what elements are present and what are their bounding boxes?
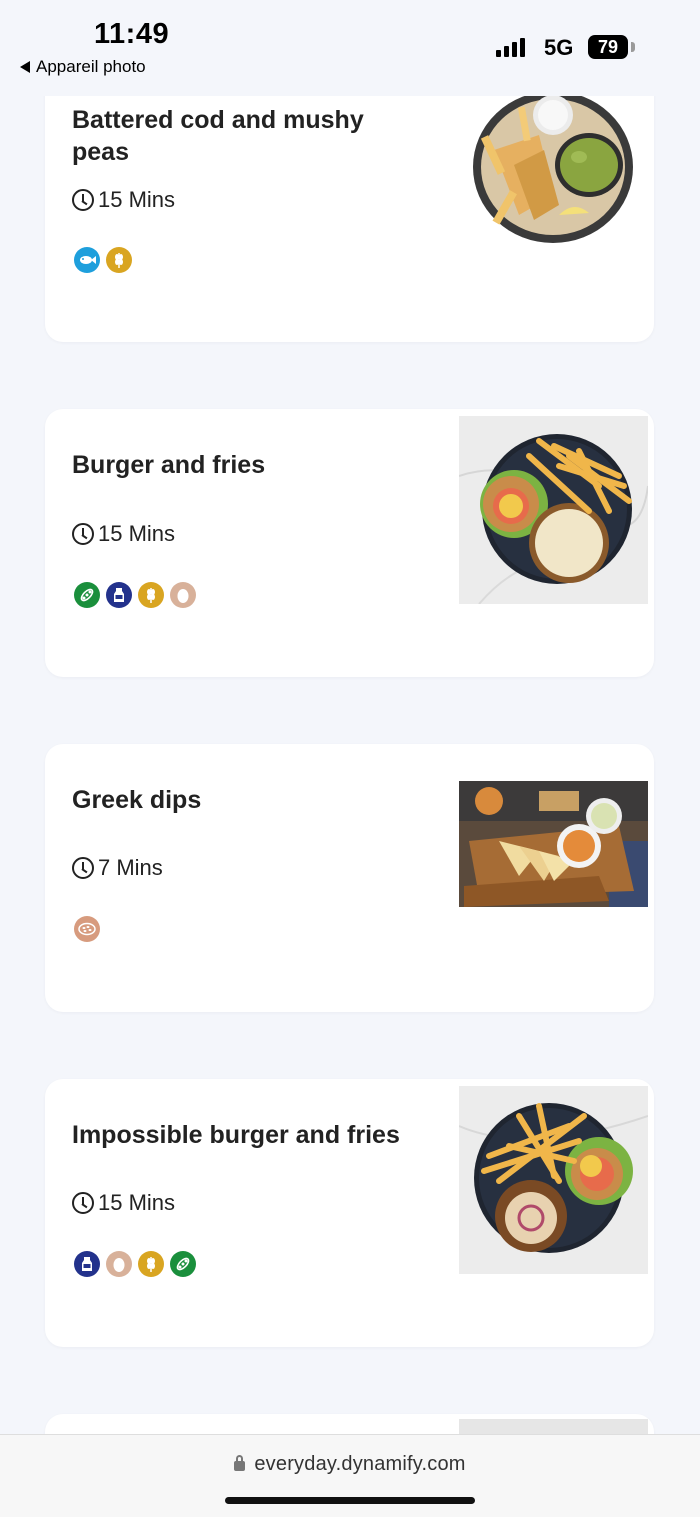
status-bar: 11:49 Appareil photo 5G 79 [0,0,700,96]
recipe-title: Impossible burger and fries [72,1121,400,1149]
egg-icon [106,1251,132,1277]
recipe-title: Burger and fries [72,451,266,479]
clock-icon [72,523,94,545]
browser-url-bar[interactable]: everyday.dynamify.com [0,1434,700,1517]
milk-icon [106,582,132,608]
url-text: everyday.dynamify.com [254,1453,466,1475]
lock-icon [234,1455,246,1471]
recipe-title: Greek dips [72,786,202,814]
recipe-card[interactable]: Burger and fries 15 Mins [45,409,654,677]
recipe-time-text: 15 Mins [98,1190,176,1215]
clock-icon [72,1192,94,1214]
sesame-icon [74,916,100,942]
recipe-card[interactable]: Impossible burger and fries 15 Mins [45,1079,654,1347]
recipe-image [459,1086,648,1274]
soy-icon [170,1251,196,1277]
wheat-icon [138,582,164,608]
clock-icon [72,857,94,879]
fish-icon [74,247,100,273]
recipe-time: 15 Mins [72,1190,175,1216]
recipe-time: 7 Mins [72,855,163,881]
home-indicator[interactable] [225,1497,475,1504]
allergen-badges [74,582,196,608]
recipe-time: 15 Mins [72,187,175,213]
recipe-card[interactable]: Battered cod and mushy peas 15 Mins [45,70,654,342]
recipe-title: Battered cod and mushy peas [72,106,364,166]
recipe-image [459,781,648,907]
wheat-icon [106,247,132,273]
recipe-card[interactable]: Greek dips 7 Mins [45,744,654,1012]
recipe-time-text: 15 Mins [98,521,176,546]
recipe-time: 15 Mins [72,521,175,547]
milk-icon [74,1251,100,1277]
signal-strength-icon [496,38,525,57]
recipe-time-text: 7 Mins [98,855,163,880]
recipe-time-text: 15 Mins [98,187,176,212]
clock-icon [72,189,94,211]
back-app-label: Appareil photo [36,57,146,76]
url-field[interactable]: everyday.dynamify.com [0,1453,700,1476]
battery-cap [631,42,635,52]
recipe-image [459,95,648,247]
soy-icon [74,582,100,608]
allergen-badges [74,916,100,942]
allergen-badges [74,1251,196,1277]
egg-icon [170,582,196,608]
recipe-image [459,416,648,604]
network-type: 5G [544,35,574,60]
status-time: 11:49 [94,18,170,50]
allergen-badges [74,247,132,273]
wheat-icon [138,1251,164,1277]
back-to-app-link[interactable]: Appareil photo [20,57,146,77]
battery-icon: 79 [588,35,628,59]
back-arrow-icon [20,61,30,73]
